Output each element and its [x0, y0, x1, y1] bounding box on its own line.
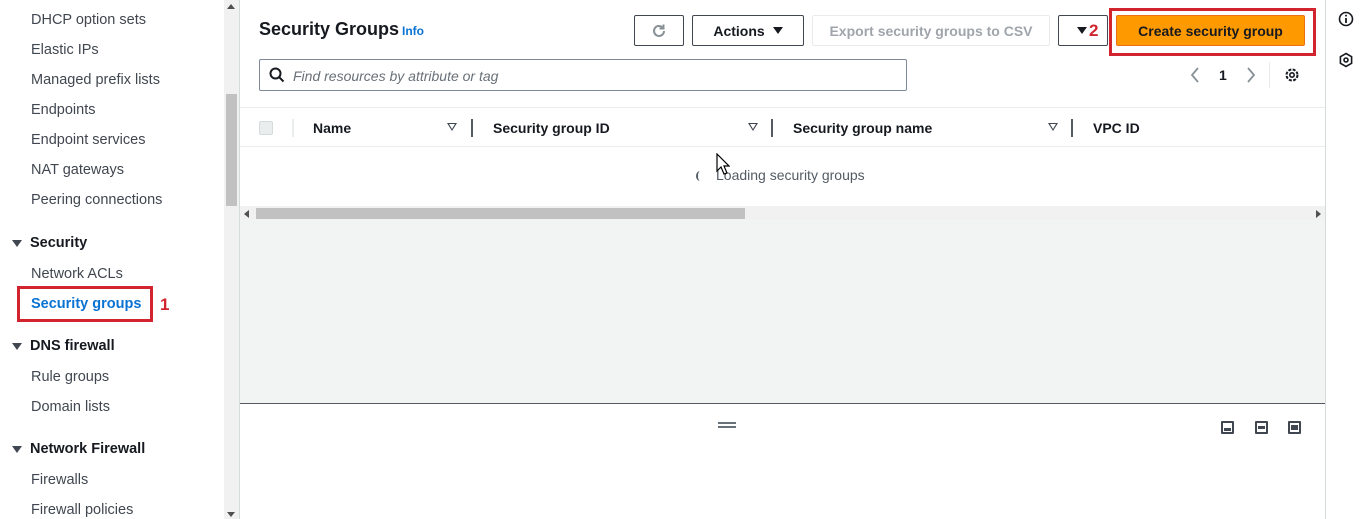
- chevron-left-icon[interactable]: [1190, 67, 1200, 83]
- annotation-number-1: 1: [160, 295, 170, 314]
- nav-item-rule-groups[interactable]: Rule groups: [31, 369, 109, 385]
- caret-down-icon: [772, 27, 783, 34]
- annotation-highlight-1: [17, 286, 153, 322]
- export-csv-button[interactable]: Export security groups to CSV: [812, 15, 1050, 46]
- nav-section-label: Security: [30, 235, 88, 251]
- panel-side-icon[interactable]: [1255, 421, 1268, 434]
- scroll-down-arrow-icon[interactable]: [227, 512, 235, 517]
- nav-item-firewalls[interactable]: Firewalls: [31, 472, 88, 488]
- scroll-up-arrow-icon[interactable]: [227, 4, 235, 9]
- column-header-name[interactable]: Name: [313, 120, 351, 136]
- search-placeholder: Find resources by attribute or tag: [293, 68, 499, 84]
- caret-down-icon: [12, 445, 22, 453]
- column-resizer[interactable]: [471, 119, 473, 137]
- select-all-checkbox[interactable]: [259, 121, 273, 135]
- nav-item-elastic-ips[interactable]: Elastic IPs: [31, 42, 99, 58]
- actions-dropdown-button[interactable]: Actions: [692, 15, 804, 46]
- scroll-left-arrow-icon[interactable]: [244, 210, 249, 218]
- hexagon-settings-icon[interactable]: [1338, 52, 1354, 68]
- loading-message: Loading security groups: [716, 167, 865, 183]
- panel-full-icon[interactable]: [1288, 421, 1301, 434]
- info-link[interactable]: Info: [402, 24, 424, 38]
- loading-spinner-icon: [696, 171, 704, 181]
- sort-icon[interactable]: [748, 123, 758, 131]
- column-header-vpc-id[interactable]: VPC ID: [1093, 120, 1140, 136]
- sort-icon[interactable]: [447, 123, 457, 131]
- refresh-button[interactable]: [634, 15, 684, 46]
- export-label: Export security groups to CSV: [829, 22, 1033, 39]
- security-groups-panel: Security Groups Info Actions Export secu…: [240, 0, 1325, 404]
- nav-item-managed-prefix-lists[interactable]: Managed prefix lists: [31, 72, 160, 88]
- nav-section-network-firewall[interactable]: Network Firewall: [12, 441, 145, 457]
- split-panel: [240, 403, 1325, 519]
- column-header-security-group-id[interactable]: Security group ID: [493, 120, 610, 136]
- mouse-cursor-icon: [716, 153, 730, 175]
- annotation-number-2: 2: [1089, 21, 1099, 40]
- search-input[interactable]: Find resources by attribute or tag: [259, 59, 907, 91]
- nav-item-dhcp-option-sets[interactable]: DHCP option sets: [31, 12, 146, 28]
- search-icon: [269, 67, 285, 83]
- refresh-icon: [653, 24, 665, 37]
- page-title: Security Groups: [259, 19, 400, 39]
- nav-section-dns-firewall[interactable]: DNS firewall: [12, 338, 115, 354]
- caret-down-icon: [12, 239, 22, 247]
- pagination-divider: [1269, 62, 1270, 88]
- caret-down-icon: [1077, 27, 1087, 34]
- chevron-right-icon[interactable]: [1246, 67, 1256, 83]
- sidebar-scrollbar-thumb[interactable]: [226, 94, 237, 206]
- resize-handle-icon[interactable]: [718, 422, 736, 428]
- nav-section-security[interactable]: Security: [12, 235, 87, 251]
- column-resizer[interactable]: [771, 119, 773, 137]
- nav-item-firewall-policies[interactable]: Firewall policies: [31, 502, 133, 518]
- nav-item-domain-lists[interactable]: Domain lists: [31, 399, 110, 415]
- nav-section-label: DNS firewall: [30, 338, 115, 354]
- nav-item-network-acls[interactable]: Network ACLs: [31, 266, 123, 282]
- side-navigation: DHCP option sets Elastic IPs Managed pre…: [0, 0, 224, 519]
- column-resizer[interactable]: [1071, 119, 1073, 137]
- info-icon[interactable]: [1338, 11, 1354, 27]
- horizontal-scrollbar-thumb[interactable]: [256, 208, 745, 219]
- more-options-dropdown-button[interactable]: [1058, 15, 1108, 46]
- nav-section-label: Network Firewall: [30, 441, 146, 457]
- nav-item-endpoint-services[interactable]: Endpoint services: [31, 132, 145, 148]
- nav-item-endpoints[interactable]: Endpoints: [31, 102, 96, 118]
- annotation-highlight-2: [1109, 8, 1316, 56]
- current-page-number[interactable]: 1: [1219, 67, 1227, 83]
- gear-icon[interactable]: [1283, 66, 1301, 84]
- table-horizontal-scrollbar[interactable]: [240, 206, 1325, 220]
- sort-icon[interactable]: [1048, 123, 1058, 131]
- sidebar-scrollbar[interactable]: [224, 0, 239, 519]
- actions-label: Actions: [713, 22, 765, 39]
- right-tools-rail: [1325, 0, 1365, 519]
- table-header-row: Name Security group ID Security group na…: [240, 107, 1325, 147]
- column-divider: [292, 119, 294, 137]
- caret-down-icon: [12, 342, 22, 350]
- panel-bottom-icon[interactable]: [1221, 421, 1234, 434]
- nav-item-nat-gateways[interactable]: NAT gateways: [31, 162, 124, 178]
- scroll-right-arrow-icon[interactable]: [1316, 210, 1321, 218]
- column-header-security-group-name[interactable]: Security group name: [793, 120, 932, 136]
- nav-item-peering-connections[interactable]: Peering connections: [31, 192, 162, 208]
